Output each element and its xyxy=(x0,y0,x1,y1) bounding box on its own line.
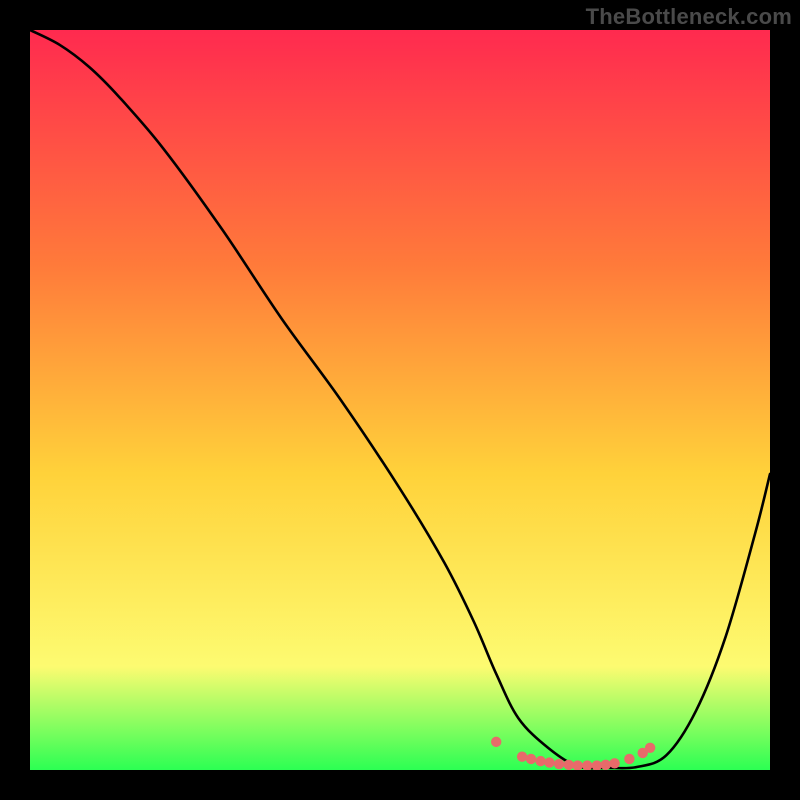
highlight-dot xyxy=(526,754,536,764)
plot-area xyxy=(30,30,770,770)
highlight-dot xyxy=(624,754,634,764)
chart-frame: TheBottleneck.com xyxy=(0,0,800,800)
highlight-dot xyxy=(601,760,611,770)
highlight-dot xyxy=(554,759,564,769)
highlight-dot xyxy=(645,743,655,753)
highlight-dot xyxy=(535,756,545,766)
gradient-background xyxy=(30,30,770,770)
highlight-dot xyxy=(609,758,619,768)
watermark-text: TheBottleneck.com xyxy=(586,4,792,30)
plot-svg xyxy=(30,30,770,770)
highlight-dot xyxy=(517,751,527,761)
highlight-dot xyxy=(491,737,501,747)
highlight-dot xyxy=(544,757,554,767)
highlight-dot xyxy=(564,760,574,770)
